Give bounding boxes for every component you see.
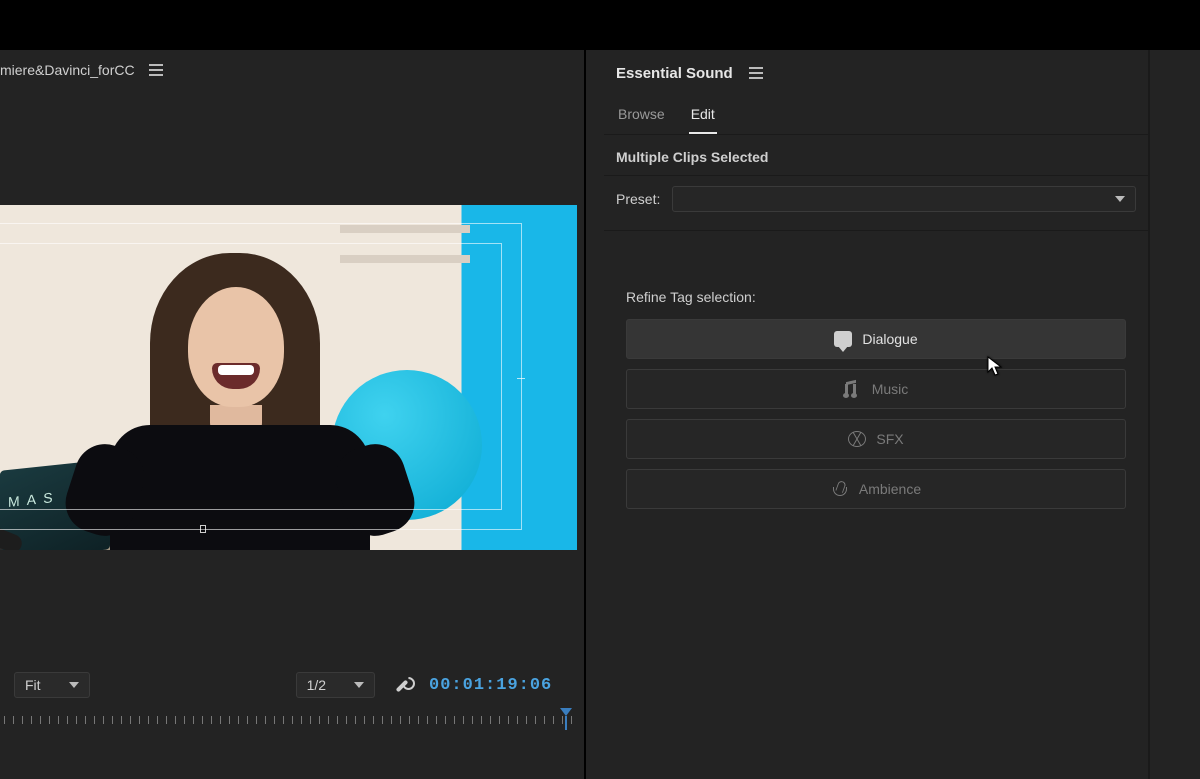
tab-browse[interactable]: Browse [616,102,667,134]
playhead-icon[interactable] [560,708,572,716]
refine-tag-label: Refine Tag selection: [604,231,1148,319]
panel-title: Essential Sound [616,65,733,82]
panel-tabs: Browse Edit [604,96,1148,135]
settings-wrench-icon[interactable] [393,676,411,694]
safe-margin-handle-bottom[interactable] [200,525,206,533]
essential-sound-panel: Essential Sound Browse Edit Multiple Cli… [585,50,1200,779]
panel-menu-icon[interactable] [145,60,167,80]
program-viewer[interactable] [0,205,577,550]
panel-menu-icon[interactable] [745,63,767,83]
sequence-tab-title[interactable]: miere&Davinci_forCC [0,62,135,78]
zoom-value: Fit [25,677,41,693]
safe-margin-inner [0,243,502,510]
preset-label: Preset: [616,191,660,207]
tab-edit[interactable]: Edit [689,102,717,134]
sfx-icon [848,431,866,447]
tag-music-button[interactable]: Music [626,369,1126,409]
program-monitor-pane: miere&Davinci_forCC [0,50,585,779]
safe-margin-handle-right[interactable] [517,378,525,379]
tag-ambience-button[interactable]: Ambience [626,469,1126,509]
zoom-dropdown[interactable]: Fit [14,672,90,698]
preset-dropdown[interactable] [672,186,1136,212]
tag-label: Dialogue [862,331,917,347]
resolution-value: 1/2 [307,677,326,693]
time-ruler[interactable] [4,704,580,726]
dialogue-icon [834,331,852,347]
panel-header: Essential Sound [604,50,1148,96]
tag-label: Music [872,381,909,397]
preset-row: Preset: [604,176,1148,231]
viewer-controls-bar: Fit 1/2 00:01:19:06 [0,668,584,702]
app-frame: miere&Davinci_forCC [0,50,1200,779]
chevron-down-icon [354,682,364,688]
music-icon [844,381,862,397]
tag-label: SFX [876,431,903,447]
tag-sfx-button[interactable]: SFX [626,419,1126,459]
tag-dialogue-button[interactable]: Dialogue [626,319,1126,359]
chevron-down-icon [1115,196,1125,202]
tag-label: Ambience [859,481,921,497]
ambience-icon [831,481,849,497]
timecode-display[interactable]: 00:01:19:06 [429,676,552,695]
resolution-dropdown[interactable]: 1/2 [296,672,375,698]
chevron-down-icon [69,682,79,688]
selection-status: Multiple Clips Selected [604,135,1148,176]
viewer-area [0,90,584,550]
sequence-tab-bar: miere&Davinci_forCC [0,50,584,90]
